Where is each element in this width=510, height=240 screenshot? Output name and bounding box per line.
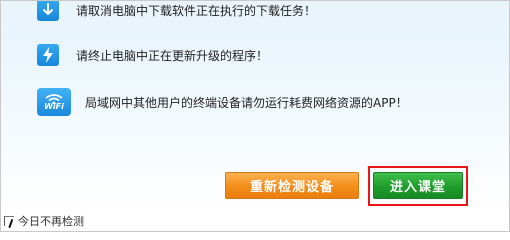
tip-lan-devices: WiFi 局域网中其他用户的终端设备请勿运行耗费网络资源的APP！ — [37, 88, 408, 116]
lightning-icon — [37, 44, 59, 66]
skip-today-label[interactable]: 今日不再检测 — [18, 213, 84, 229]
wifi-icon: WiFi — [37, 88, 71, 116]
download-arrow-icon — [37, 1, 59, 21]
tip-lan-devices-text: 局域网中其他用户的终端设备请勿运行耗费网络资源的APP！ — [85, 95, 408, 110]
device-check-dialog: 请取消电脑中下载软件正在执行的下载任务！ 请终止电脑中正在更新升级的程序！ Wi… — [0, 0, 510, 232]
enter-class-button[interactable]: 进入课堂 — [373, 172, 463, 199]
tip-update: 请终止电脑中正在更新升级的程序！ — [37, 44, 268, 66]
footer-bar: 今日不再检测 — [1, 211, 509, 231]
tip-update-text: 请终止电脑中正在更新升级的程序！ — [76, 48, 269, 63]
tip-download: 请取消电脑中下载软件正在执行的下载任务！ — [37, 1, 317, 21]
tip-download-text: 请取消电脑中下载软件正在执行的下载任务！ — [76, 3, 317, 18]
wifi-icon-label: WiFi — [44, 101, 64, 111]
skip-today-checkbox[interactable] — [4, 216, 14, 226]
recheck-device-button[interactable]: 重新检测设备 — [225, 172, 359, 199]
